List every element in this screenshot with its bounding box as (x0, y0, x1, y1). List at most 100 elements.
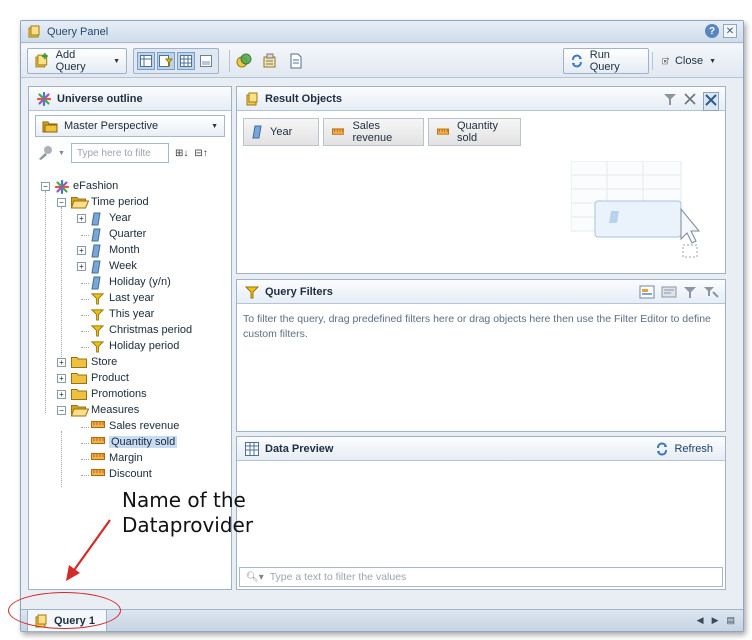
filter-icon (90, 324, 105, 337)
tree-item[interactable]: Quarter (33, 227, 227, 243)
tree-item[interactable]: − Measures (33, 403, 227, 419)
query-filters-title: Query Filters (265, 285, 333, 298)
tree-item[interactable]: Margin (33, 451, 227, 467)
run-query-button[interactable]: Run Query (563, 48, 649, 74)
filter-icon (90, 340, 105, 353)
combined-query-icon[interactable] (235, 52, 253, 70)
chevron-down-icon[interactable]: ▼ (113, 58, 120, 65)
expand-icon[interactable]: + (77, 262, 86, 271)
tree-item-label: eFashion (73, 180, 119, 192)
tree-item[interactable]: Holiday period (33, 339, 227, 355)
filter-funnel-icon[interactable] (683, 285, 697, 302)
filter-icon (90, 292, 105, 305)
layout-panels-icon[interactable] (137, 52, 155, 70)
expand-icon[interactable]: + (77, 246, 86, 255)
expand-icon[interactable]: + (57, 374, 66, 383)
refresh-button[interactable]: Refresh (655, 442, 713, 456)
chevron-down-icon[interactable]: ▼ (709, 58, 716, 65)
tree-item-label: Sales revenue (109, 420, 180, 432)
result-object-quantity-sold[interactable]: Quantity sold (428, 118, 521, 146)
tree-item-label: Discount (109, 468, 152, 480)
next-tab-icon[interactable]: ▶ (712, 615, 719, 626)
remove-icon[interactable] (683, 92, 697, 111)
add-filter-icon[interactable] (661, 285, 677, 302)
result-object-sales-revenue[interactable]: Sales revenue (323, 118, 424, 146)
tree-item[interactable]: Christmas period (33, 323, 227, 339)
expand-all-icon[interactable]: ⊞↓ (175, 148, 188, 159)
perspective-select[interactable]: Master Perspective ▼ (35, 115, 225, 137)
query-tab-bar: Query 1 ◀ ▶ ▤ (21, 609, 743, 632)
tree-item[interactable]: This year (33, 307, 227, 323)
collapse-icon[interactable]: − (57, 198, 66, 207)
tree-item-label: Time period (91, 196, 149, 208)
tree-item-label: Week (109, 260, 137, 272)
tree-item[interactable]: Last year (33, 291, 227, 307)
folder-open-icon (70, 196, 90, 209)
tree-item-label: Holiday (y/n) (109, 276, 171, 288)
previous-tab-icon[interactable]: ◀ (697, 615, 704, 626)
tree-item[interactable]: + Week (33, 259, 227, 275)
tree-item-label: Store (91, 356, 118, 368)
tree-item[interactable]: Sales revenue (33, 419, 227, 435)
outline-search-input[interactable]: Type here to filte (70, 143, 169, 163)
result-object-label: Sales revenue (352, 120, 393, 144)
query-panel-window: Query Panel ? ✕ Add Query ▼ Run Query Cl… (20, 20, 744, 632)
tree-item-label: Month (109, 244, 140, 256)
table-icon (245, 441, 259, 456)
tree-item[interactable]: − eFashion (33, 179, 227, 195)
tree-item[interactable]: − Time period (33, 195, 227, 211)
filter-more-icon[interactable] (703, 285, 719, 302)
tree-item[interactable]: Discount (33, 467, 227, 483)
dimension-icon (91, 212, 105, 226)
tree-item[interactable]: + Promotions (33, 387, 227, 403)
refresh-icon (571, 54, 582, 68)
collapse-icon[interactable]: − (41, 182, 50, 191)
outline-search-placeholder: Type here to filte (76, 147, 151, 159)
data-preview-panel-icon[interactable] (177, 52, 195, 70)
help-icon[interactable]: ? (705, 24, 719, 38)
tree-connector (81, 427, 89, 428)
tree-item[interactable]: + Month (33, 243, 227, 259)
result-object-year[interactable]: Year (243, 118, 319, 146)
tree-connector (81, 299, 89, 300)
tab-list-icon[interactable]: ▤ (726, 615, 735, 626)
filter-panel-icon[interactable] (157, 52, 175, 70)
close-window-icon[interactable]: ✕ (723, 24, 737, 38)
close-label: Close (674, 55, 704, 67)
chevron-down-icon[interactable]: ▼ (211, 123, 218, 130)
tree-item[interactable]: + Store (33, 355, 227, 371)
folder-icon (42, 121, 58, 132)
expand-icon[interactable]: + (57, 358, 66, 367)
tree-item-label: Quantity sold (109, 436, 178, 448)
dimension-icon (91, 244, 105, 258)
annotation-text: Name of the Dataprovider (122, 488, 253, 538)
tree-connector (81, 331, 89, 332)
object-filter-icon[interactable]: ▼ (37, 145, 65, 161)
close-button[interactable]: Close ▼ (655, 48, 723, 74)
tree-item[interactable]: Quantity sold (33, 435, 227, 451)
view-mode-group (133, 48, 219, 74)
add-query-button[interactable]: Add Query ▼ (27, 48, 127, 74)
view-script-icon[interactable] (287, 52, 305, 70)
expand-icon[interactable]: + (77, 214, 86, 223)
result-object-label: Quantity sold (457, 120, 498, 144)
add-query-icon (35, 53, 48, 68)
tree-item[interactable]: Holiday (y/n) (33, 275, 227, 291)
tree-item[interactable]: + Product (33, 371, 227, 387)
remove-all-icon[interactable] (703, 92, 719, 111)
collapse-icon[interactable]: − (57, 406, 66, 415)
tree-item-label: Year (109, 212, 132, 224)
filter-icon[interactable] (663, 92, 677, 111)
universe-outline-header: Universe outline (29, 87, 231, 111)
expand-icon[interactable]: + (57, 390, 66, 399)
dimension-icon (91, 228, 105, 242)
refresh-label: Refresh (674, 443, 713, 455)
layout-alt-icon[interactable] (197, 52, 215, 70)
query-properties-icon[interactable] (261, 52, 279, 70)
tree-item[interactable]: + Year (33, 211, 227, 227)
filter-editor-icon[interactable] (639, 285, 655, 302)
data-preview-filter-input[interactable]: 🔍︎▾ Type a text to filter the values (239, 567, 723, 587)
measure-icon (91, 420, 105, 432)
tree-guide-line (45, 191, 46, 413)
collapse-all-icon[interactable]: ⊟↑ (194, 148, 207, 159)
